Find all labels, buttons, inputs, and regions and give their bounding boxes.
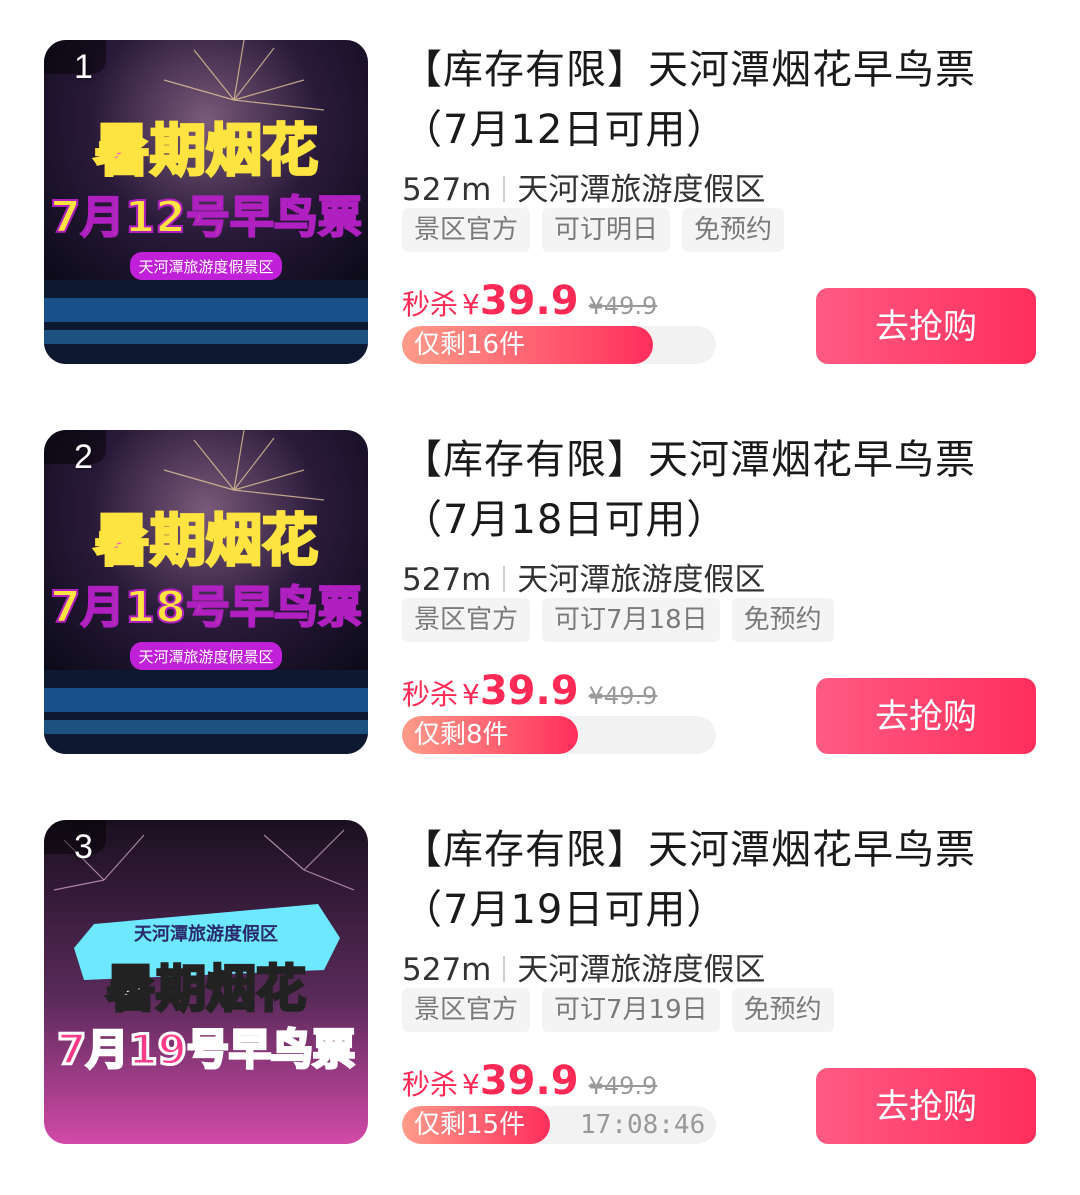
poster-line1: 暑期烟花 [94, 119, 318, 184]
poster-image: 天河潭旅游度假区 暑期烟花 7月19号早鸟票 [44, 820, 368, 1144]
poster-badge: 天河潭旅游度假景区 [138, 648, 273, 666]
place-name: 天河潭旅游度假区 [517, 562, 766, 598]
product-card[interactable]: 暑期烟花 7月18号早鸟票 天河潭旅游度假景区 2 【库存有限】天河潭烟花早鸟票… [0, 390, 1080, 780]
location-line: 527m 天河潭旅游度假区 [402, 554, 765, 599]
product-title[interactable]: 【库存有限】天河潭烟花早鸟票（7月12日可用） [402, 40, 1042, 160]
tag: 景区官方 [402, 598, 531, 642]
tag: 景区官方 [402, 988, 531, 1032]
buy-button[interactable]: 去抢购 [816, 288, 1036, 364]
location-line: 527m 天河潭旅游度假区 [402, 164, 765, 209]
product-title[interactable]: 【库存有限】天河潭烟花早鸟票（7月19日可用） [402, 820, 1042, 940]
product-card[interactable]: 暑期烟花 7月12号早鸟票 天河潭旅游度假景区 1 【库存有限】天河潭烟花早鸟票… [0, 0, 1080, 390]
rank-number: 2 [74, 438, 93, 476]
tag: 免预约 [682, 208, 785, 252]
buy-button[interactable]: 去抢购 [816, 1068, 1036, 1144]
stock-bar: 仅剩8件 [402, 716, 716, 754]
divider [503, 176, 506, 202]
flash-sale-label: 秒杀 [402, 288, 459, 321]
product-thumbnail[interactable]: 暑期烟花 7月18号早鸟票 天河潭旅游度假景区 2 [44, 430, 368, 754]
sale-price: 39.9 [479, 668, 579, 714]
currency-symbol: ¥ [462, 288, 480, 321]
poster-image: 暑期烟花 7月18号早鸟票 天河潭旅游度假景区 [44, 430, 368, 754]
original-price: ¥49.9 [588, 1072, 658, 1100]
currency-symbol: ¥ [462, 678, 480, 711]
place-name: 天河潭旅游度假区 [517, 172, 766, 208]
place-name: 天河潭旅游度假区 [517, 952, 766, 988]
tag-list: 景区官方 可订7月19日 免预约 [402, 988, 834, 1032]
stock-text: 仅剩16件 [414, 330, 526, 360]
sale-price: 39.9 [479, 278, 579, 324]
stock-text: 仅剩15件 [414, 1110, 526, 1140]
flash-sale-label: 秒杀 [402, 1068, 459, 1101]
sale-price: 39.9 [479, 1058, 579, 1104]
stock-bar: 仅剩16件 [402, 326, 716, 364]
currency-symbol: ¥ [462, 1068, 480, 1101]
tag: 可订明日 [542, 208, 671, 252]
poster-line2: 7月18号早鸟票 [50, 582, 362, 633]
tag: 免预约 [731, 988, 834, 1032]
poster-line1: 暑期烟花 [94, 509, 318, 574]
tag-list: 景区官方 可订7月18日 免预约 [402, 598, 834, 642]
poster-badge: 天河潭旅游度假区 [134, 923, 278, 945]
price-row: 秒杀 ¥ 39.9 ¥49.9 [402, 668, 657, 714]
original-price: ¥49.9 [588, 682, 658, 710]
countdown-timer: 17:08:46 [580, 1110, 706, 1140]
rank-number: 3 [74, 828, 93, 866]
tag: 景区官方 [402, 208, 531, 252]
stock-text: 仅剩8件 [414, 720, 509, 750]
divider [503, 566, 506, 592]
flash-sale-label: 秒杀 [402, 678, 459, 711]
tag: 可订7月18日 [542, 598, 720, 642]
tag: 可订7月19日 [542, 988, 720, 1032]
tag: 免预约 [731, 598, 834, 642]
product-thumbnail[interactable]: 天河潭旅游度假区 暑期烟花 7月19号早鸟票 3 [44, 820, 368, 1144]
stock-bar: 仅剩15件 17:08:46 [402, 1106, 716, 1144]
original-price: ¥49.9 [588, 292, 658, 320]
product-card[interactable]: 天河潭旅游度假区 暑期烟花 7月19号早鸟票 3 【库存有限】天河潭烟花早鸟票（… [0, 780, 1080, 1170]
poster-line1: 暑期烟花 [106, 960, 306, 1018]
product-title[interactable]: 【库存有限】天河潭烟花早鸟票（7月18日可用） [402, 430, 1042, 550]
price-row: 秒杀 ¥ 39.9 ¥49.9 [402, 1058, 657, 1104]
location-line: 527m 天河潭旅游度假区 [402, 944, 765, 989]
poster-line2: 7月12号早鸟票 [50, 192, 362, 243]
price-row: 秒杀 ¥ 39.9 ¥49.9 [402, 278, 657, 324]
distance: 527m [402, 172, 492, 208]
poster-line2: 7月19号早鸟票 [57, 1025, 355, 1074]
divider [503, 956, 506, 982]
distance: 527m [402, 952, 492, 988]
buy-button[interactable]: 去抢购 [816, 678, 1036, 754]
poster-image: 暑期烟花 7月12号早鸟票 天河潭旅游度假景区 [44, 40, 368, 364]
distance: 527m [402, 562, 492, 598]
product-thumbnail[interactable]: 暑期烟花 7月12号早鸟票 天河潭旅游度假景区 1 [44, 40, 368, 364]
poster-badge: 天河潭旅游度假景区 [138, 258, 273, 276]
rank-number: 1 [74, 48, 93, 86]
tag-list: 景区官方 可订明日 免预约 [402, 208, 785, 252]
